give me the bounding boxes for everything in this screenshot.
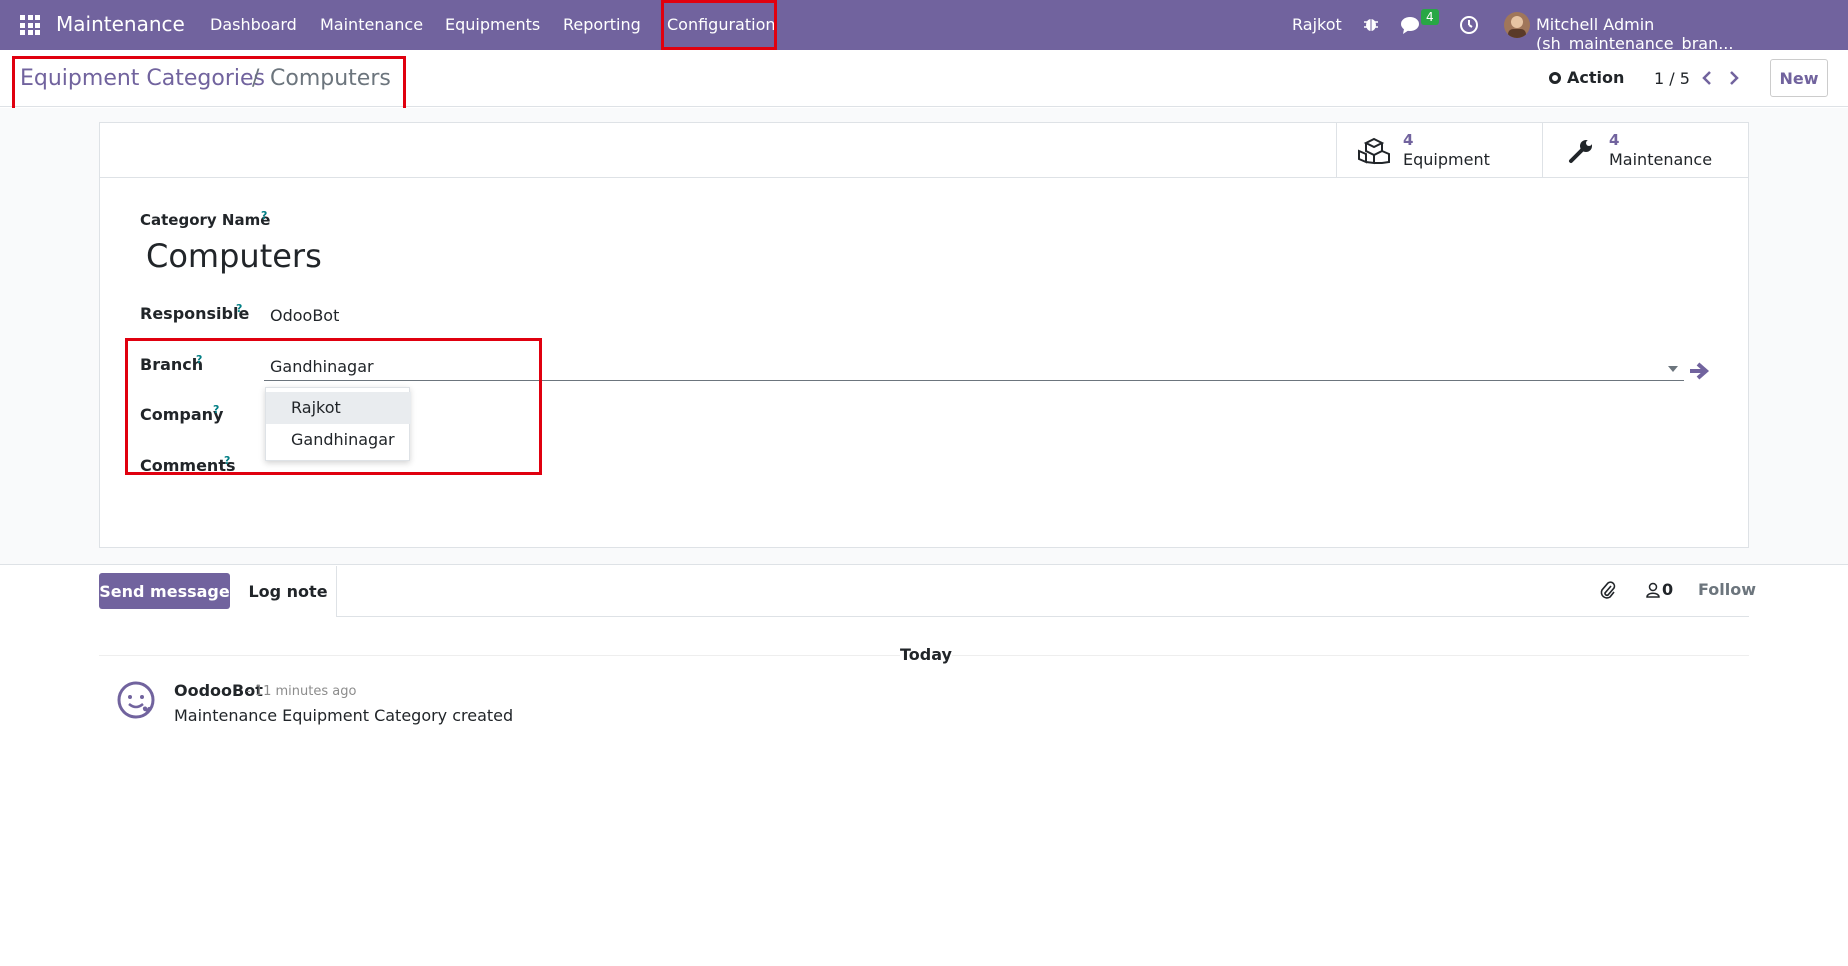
paperclip-icon[interactable] bbox=[1600, 580, 1616, 600]
gear-icon bbox=[1549, 71, 1561, 84]
branch-switcher[interactable]: Rajkot bbox=[1292, 15, 1342, 34]
category-name-field[interactable]: Computers bbox=[146, 237, 322, 275]
apps-menu-icon[interactable] bbox=[20, 15, 40, 35]
maintenance-stat-button[interactable]: 4 Maintenance bbox=[1542, 123, 1748, 178]
follow-button[interactable]: Follow bbox=[1698, 580, 1756, 599]
equipment-count: 4 bbox=[1403, 131, 1414, 149]
new-button[interactable]: New bbox=[1770, 59, 1828, 97]
responsible-label: Responsible bbox=[140, 304, 250, 323]
category-name-label: Category Name bbox=[140, 211, 271, 229]
menu-equipments[interactable]: Equipments bbox=[445, 15, 540, 34]
user-avatar[interactable] bbox=[1504, 12, 1530, 38]
odoobot-avatar bbox=[117, 681, 155, 719]
pager-value[interactable]: 1 / 5 bbox=[1654, 69, 1690, 88]
message-time: - 11 minutes ago bbox=[246, 684, 357, 699]
send-message-button[interactable]: Send message bbox=[99, 573, 230, 609]
action-button[interactable]: Action bbox=[1548, 68, 1624, 87]
breadcrumb-highlight bbox=[12, 56, 406, 114]
caret-down-icon[interactable] bbox=[1668, 366, 1678, 372]
user-menu[interactable]: Mitchell Admin (sh_maintenance_bran... bbox=[1536, 15, 1848, 53]
configuration-highlight bbox=[661, 0, 777, 50]
menu-reporting[interactable]: Reporting bbox=[563, 15, 641, 34]
menu-maintenance[interactable]: Maintenance bbox=[320, 15, 423, 34]
app-name[interactable]: Maintenance bbox=[56, 12, 185, 36]
chevron-left-icon[interactable] bbox=[1701, 70, 1713, 86]
chatter-divider-vertical bbox=[336, 566, 337, 616]
form-sheet: 4 Equipment 4 Maintenance bbox=[99, 122, 1749, 548]
top-navbar: Maintenance Dashboard Maintenance Equipm… bbox=[0, 0, 1848, 53]
branch-highlight bbox=[125, 338, 542, 475]
log-note-button[interactable]: Log note bbox=[240, 573, 336, 609]
chatter-divider-horizontal bbox=[336, 616, 1749, 617]
arrow-right-icon[interactable] bbox=[1688, 361, 1710, 381]
responsible-help-icon[interactable]: ? bbox=[236, 302, 242, 315]
equipment-stat-button[interactable]: 4 Equipment bbox=[1336, 123, 1542, 178]
maintenance-label: Maintenance bbox=[1609, 150, 1713, 169]
chat-count-badge: 4 bbox=[1421, 9, 1439, 25]
chat-icon[interactable] bbox=[1400, 15, 1422, 35]
equipment-label: Equipment bbox=[1403, 150, 1490, 169]
menu-dashboard[interactable]: Dashboard bbox=[210, 15, 297, 34]
responsible-field[interactable]: OdooBot bbox=[270, 306, 339, 325]
user-icon[interactable] bbox=[1646, 582, 1660, 598]
action-label: Action bbox=[1567, 68, 1625, 87]
message-body: Maintenance Equipment Category created bbox=[174, 706, 514, 725]
clock-icon[interactable] bbox=[1459, 15, 1479, 35]
bug-icon[interactable] bbox=[1362, 15, 1380, 33]
chevron-right-icon[interactable] bbox=[1728, 70, 1740, 86]
cubes-icon bbox=[1358, 137, 1390, 165]
wrench-icon bbox=[1569, 140, 1592, 163]
stat-button-box: 4 Equipment 4 Maintenance bbox=[100, 123, 1748, 178]
date-label: Today bbox=[900, 645, 952, 664]
followers-count[interactable]: 0 bbox=[1662, 580, 1673, 599]
category-name-help-icon[interactable]: ? bbox=[261, 209, 267, 222]
maintenance-count: 4 bbox=[1609, 131, 1620, 149]
